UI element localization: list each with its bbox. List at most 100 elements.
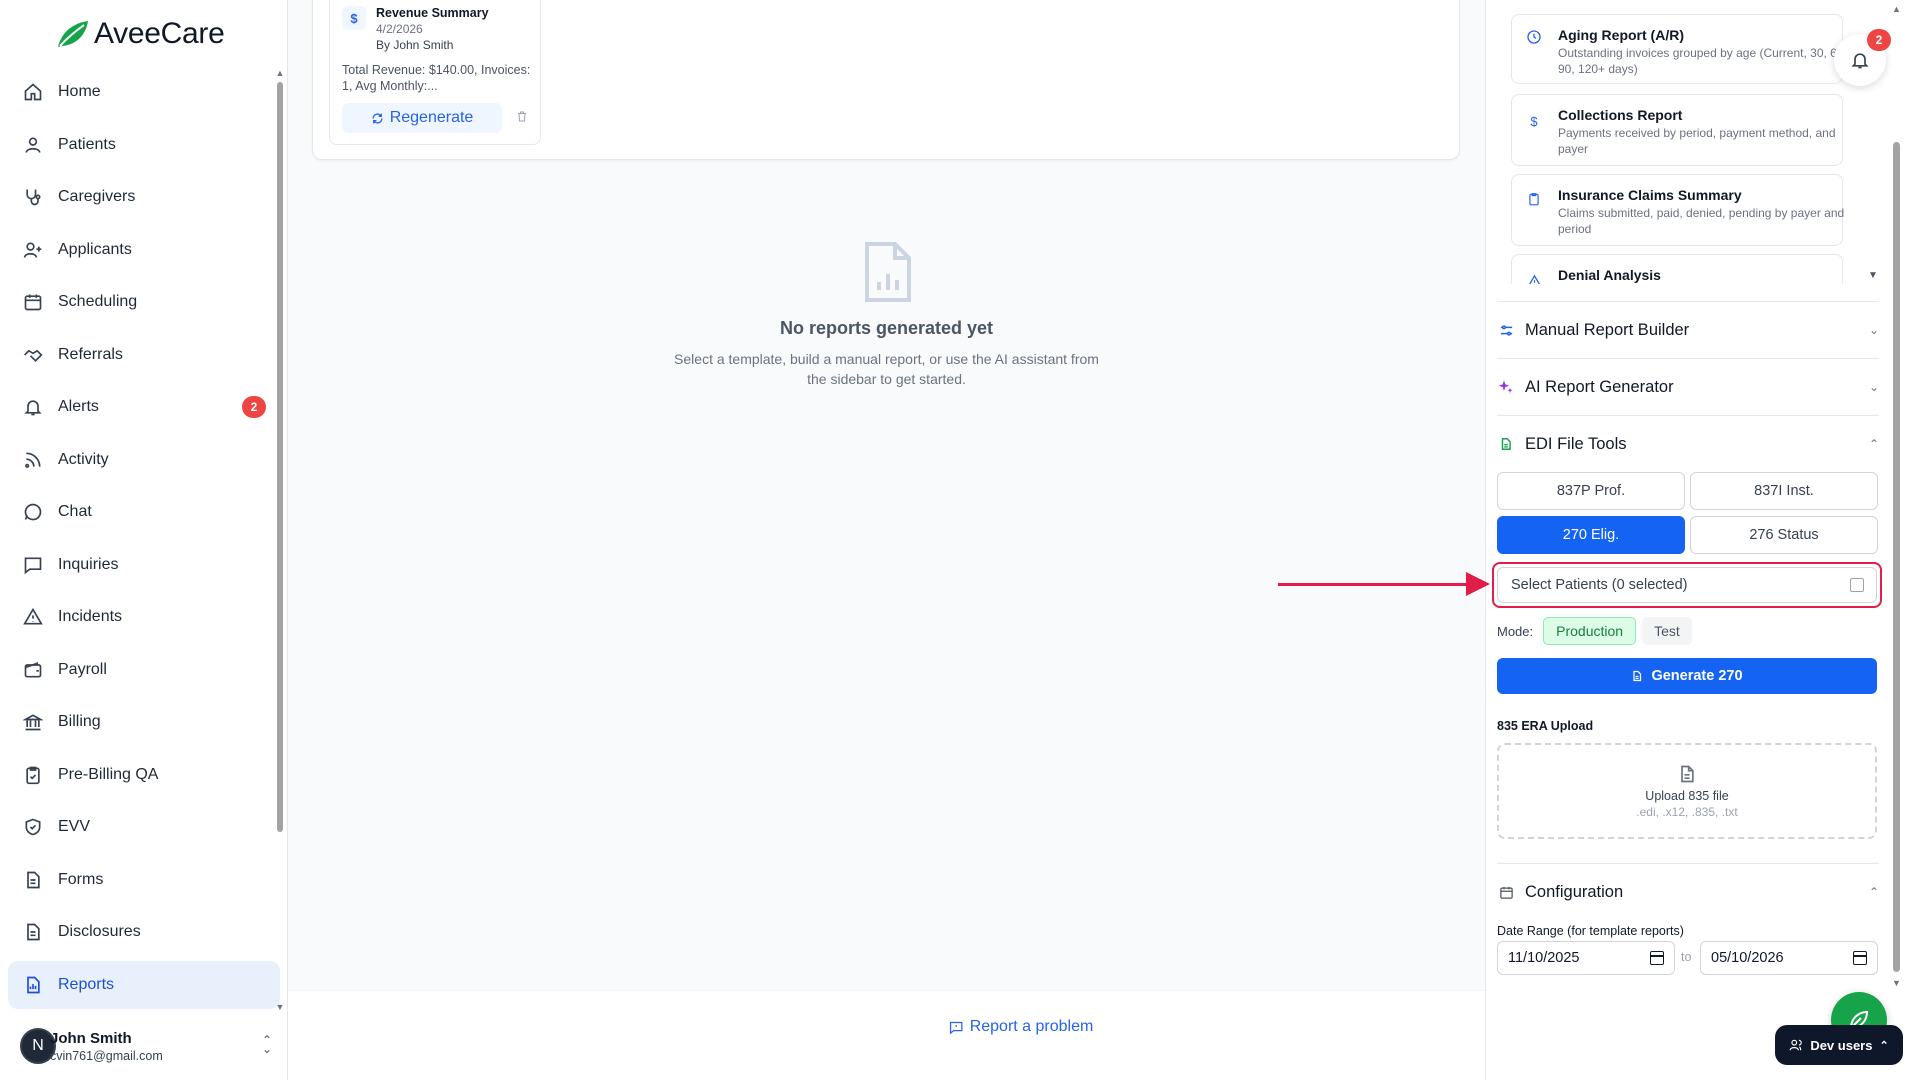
empty-state: No reports generated yet Select a templa… [288,240,1485,389]
sidebar-item-pre-billing-qa[interactable]: Pre-Billing QA [8,751,280,799]
sidebar-item-patients[interactable]: Patients [8,121,280,169]
panel-scroll-up-icon[interactable]: ▲ [1892,4,1901,14]
section-ai-report-generator[interactable]: AI Report Generator ⌄ [1497,372,1879,402]
sidebar-item-inquiries[interactable]: Inquiries [8,541,280,589]
sidebar-scrollbar[interactable] [277,82,283,832]
sidebar-scroll-down-icon[interactable]: ▼ [275,1002,285,1012]
flag-message-icon [949,1021,963,1034]
regenerate-label: Regenerate [389,109,474,126]
trash-icon[interactable] [516,110,528,126]
panel-scroll-down-icon[interactable]: ▼ [1892,978,1901,988]
sidebar-item-chat[interactable]: Chat [8,488,280,536]
calendar-picker-icon[interactable] [1853,951,1867,965]
mode-label: Mode: [1497,623,1534,639]
section-edi-file-tools[interactable]: EDI File Tools ⌃ [1497,429,1879,459]
sidebar-scroll-up-icon[interactable]: ▲ [275,68,285,78]
report-problem-link[interactable]: Report a problem [949,1018,1093,1036]
edi-tab-270[interactable]: 270 Elig. [1497,516,1685,554]
date-from-input[interactable]: 11/10/2025 [1497,941,1675,975]
sliders-icon [1497,321,1515,339]
sidebar-item-reports[interactable]: Reports [8,960,280,1009]
sidebar-item-evv[interactable]: EVV [8,803,280,851]
dev-users-button[interactable]: Dev users ⌃ [1775,1025,1903,1065]
sidebar-item-referrals[interactable]: Referrals [8,331,280,379]
sidebar-item-alerts[interactable]: Alerts 2 [8,383,280,431]
chat-bubble-icon [22,501,44,523]
template-description: Payments received by period, payment met… [1558,126,1836,156]
sidebar-item-label: Inquiries [58,555,119,573]
sidebar-item-label: Chat [58,503,92,520]
dev-users-label: Dev users [1810,1037,1873,1053]
sidebar-item-activity[interactable]: Activity [8,436,280,484]
shield-check-icon [22,816,44,838]
template-description: Outstanding invoices grouped by age (Cur… [1558,46,1847,76]
main-content: $ Revenue Summary 4/2/2026 By John Smith… [288,0,1485,990]
template-card-denial-analysis[interactable]: Denial Analysis [1511,254,1843,284]
file-green-icon [1497,435,1515,453]
message-square-icon [22,554,44,576]
sidebar-item-forms[interactable]: Forms [8,856,280,904]
brand-logo[interactable]: AveeCare [56,14,225,54]
template-card-collections-report[interactable]: $ Collections Report Payments received b… [1511,94,1843,166]
report-tile[interactable]: $ Revenue Summary 4/2/2026 By John Smith… [329,0,541,145]
empty-title: No reports generated yet [779,318,994,338]
panel-scrollbar[interactable] [1893,142,1900,972]
file-text-icon [22,869,44,891]
chevron-down-icon: ⌄ [1868,380,1879,394]
section-manual-report-builder[interactable]: Manual Report Builder ⌄ [1497,315,1879,345]
sidebar-item-payroll[interactable]: Payroll [8,646,280,694]
user-name: John Smith [50,1029,132,1047]
sidebar-item-label: Incidents [58,608,123,625]
section-configuration[interactable]: Configuration ⌃ [1497,877,1879,907]
template-name: Denial Analysis [1558,267,1661,283]
sidebar-item-label: Scheduling [58,293,138,310]
divider [1497,415,1879,416]
sidebar-item-label: Patients [58,135,116,153]
sidebar-item-caregivers[interactable]: Caregivers [8,173,280,221]
template-card-aging-report[interactable]: Aging Report (A/R) Outstanding invoices … [1511,14,1847,84]
template-description: Claims submitted, paid, denied, pending … [1558,206,1845,236]
date-to-input[interactable]: 05/10/2026 [1700,941,1878,975]
sidebar-item-label: Applicants [58,240,132,258]
sidebar-item-disclosures[interactable]: Disclosures [8,908,280,956]
sidebar-item-label: Pre-Billing QA [58,765,159,783]
template-card-insurance-claims[interactable]: Insurance Claims Summary Claims submitte… [1511,174,1844,246]
calendar-icon [22,291,44,313]
edi-tab-837i[interactable]: 837I Inst. [1690,472,1878,510]
dollar-icon: $ [1530,113,1538,129]
warning-icon [1524,271,1544,284]
sidebar-item-applicants[interactable]: Applicants [8,226,280,274]
user-meta: John Smith cvin761@gmail.com [50,1030,163,1063]
date-to-value: 05/10/2026 [1711,950,1784,966]
bell-icon [1851,53,1869,69]
generate-270-button[interactable]: Generate 270 [1497,658,1877,694]
user-email: cvin761@gmail.com [50,1048,163,1063]
warning-triangle-icon [22,606,44,628]
mode-production-button[interactable]: Production [1543,617,1637,645]
sidebar-item-home[interactable]: Home [8,68,280,116]
sidebar-item-incidents[interactable]: Incidents [8,593,280,641]
edi-tab-276[interactable]: 276 Status [1690,516,1878,554]
footer-bar: Report a problem [288,990,1485,1080]
divider [1497,863,1879,864]
notifications-count-badge: 2 [1867,29,1891,51]
chevron-up-down-icon: ⌃ ⌄ [261,1033,272,1056]
generated-reports-card: $ Revenue Summary 4/2/2026 By John Smith… [312,0,1460,160]
section-title: AI Report Generator [1525,377,1674,396]
edi-tab-837p[interactable]: 837P Prof. [1497,472,1685,510]
mode-test-button[interactable]: Test [1642,617,1692,645]
sidebar-item-label: EVV [58,818,91,835]
user-menu[interactable]: N John Smith cvin761@gmail.com ⌃ ⌄ [8,1018,280,1074]
regenerate-button[interactable]: Regenerate [342,103,502,133]
date-from-value: 11/10/2025 [1508,950,1580,966]
sidebar-item-scheduling[interactable]: Scheduling [8,278,280,326]
refresh-icon [372,112,383,124]
template-scroll-down-icon[interactable]: ▼ [1868,270,1878,281]
calendar-picker-icon[interactable] [1650,951,1664,965]
upload-835-dropzone[interactable]: Upload 835 file .edi, .x12, .835, .txt [1497,743,1877,839]
section-title: Configuration [1525,882,1624,901]
sidebar-item-billing[interactable]: Billing [8,698,280,746]
handshake-icon [22,344,44,366]
section-title: EDI File Tools [1525,434,1627,453]
bell-icon [22,396,44,418]
